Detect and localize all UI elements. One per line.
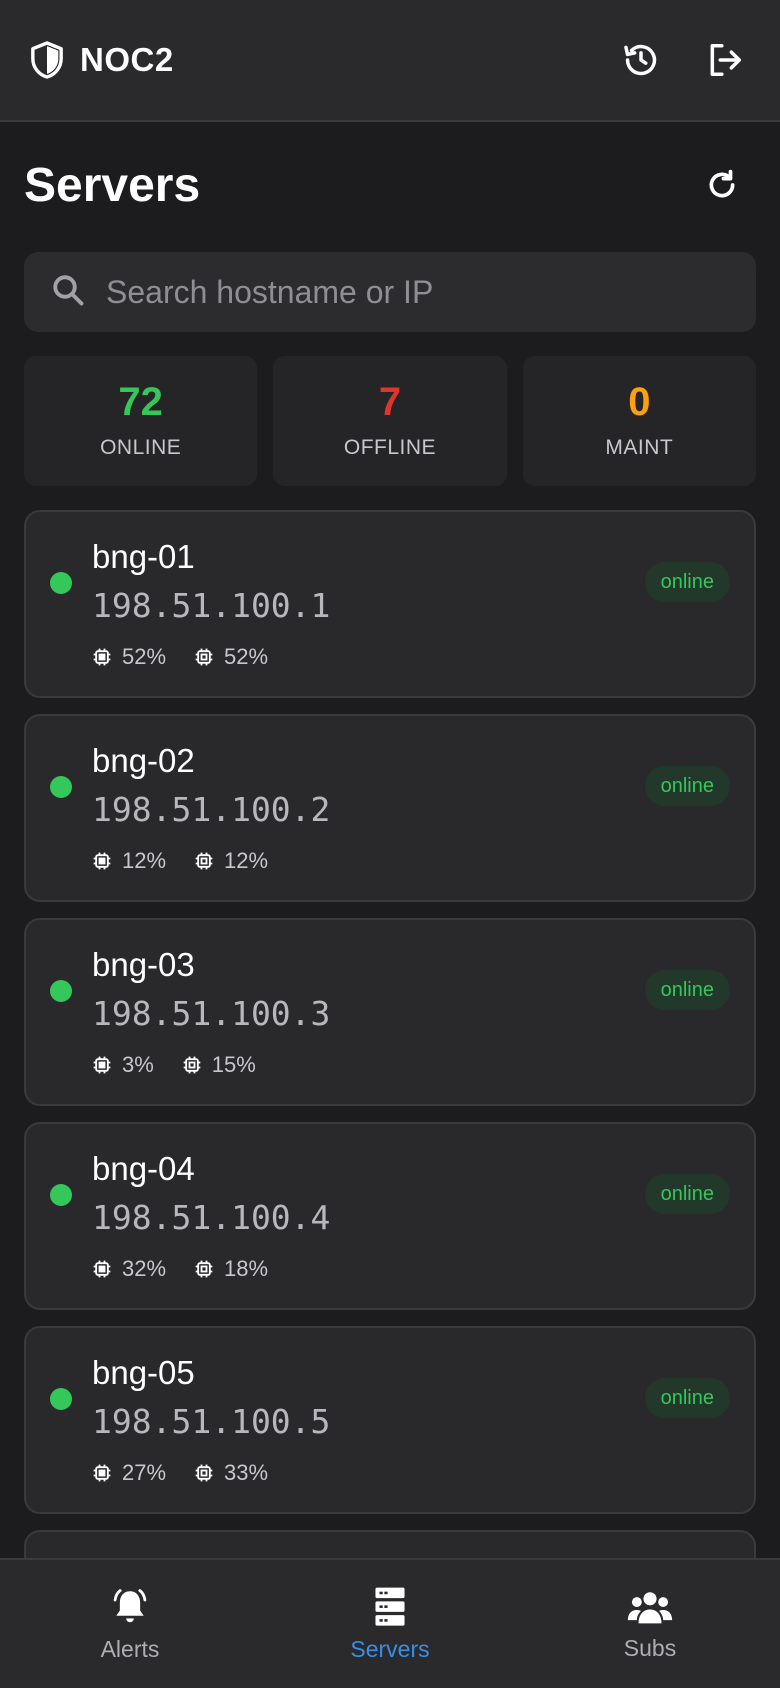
server-ip: 198.51.100.1: [92, 586, 331, 625]
refresh-icon[interactable]: [702, 165, 742, 205]
cpu-chip-icon: [92, 1259, 112, 1279]
nav-label-subs: Subs: [623, 1634, 677, 1661]
memory-value: 15%: [211, 1052, 256, 1077]
memory-chip-icon: [194, 851, 214, 871]
status-dot: [50, 1388, 72, 1410]
cpu-value: 12%: [122, 848, 167, 873]
search-icon: [50, 272, 86, 313]
stat-online-label: ONLINE: [100, 436, 182, 459]
history-icon[interactable]: [622, 41, 660, 79]
server-metrics: 3% 15%: [92, 1052, 256, 1078]
top-app-bar: NOC2: [0, 0, 780, 122]
server-card[interactable]: bng-01 198.51.100.1 52% 52% online: [24, 510, 756, 698]
status-badge: online: [644, 970, 730, 1010]
server-list: bng-01 198.51.100.1 52% 52% online bng-0: [24, 510, 756, 1688]
cpu-metric: 3%: [92, 1052, 154, 1078]
cpu-value: 52%: [122, 644, 167, 669]
server-hostname: bng-04: [92, 1150, 195, 1187]
stat-maint[interactable]: 0 MAINT: [522, 356, 756, 486]
cpu-metric: 32%: [92, 1256, 166, 1282]
server-card[interactable]: bng-05 198.51.100.5 27% 33% online: [24, 1326, 756, 1514]
cpu-metric: 52%: [92, 644, 166, 670]
server-ip: 198.51.100.4: [92, 1198, 331, 1237]
memory-value: 52%: [224, 644, 269, 669]
server-ip: 198.51.100.5: [92, 1402, 331, 1441]
status-badge: online: [644, 766, 730, 806]
stat-offline-value: 7: [378, 380, 402, 424]
bell-icon: [109, 1586, 151, 1628]
memory-value: 33%: [224, 1460, 269, 1485]
server-ip: 198.51.100.2: [92, 790, 331, 829]
memory-value: 12%: [224, 848, 269, 873]
nav-label-servers: Servers: [350, 1635, 430, 1662]
cpu-chip-icon: [92, 1055, 112, 1075]
cpu-chip-icon: [92, 1463, 112, 1483]
stat-offline[interactable]: 7 OFFLINE: [273, 356, 507, 486]
cpu-value: 3%: [122, 1052, 154, 1077]
status-dot: [50, 1184, 72, 1206]
server-card[interactable]: bng-02 198.51.100.2 12% 12% online: [24, 714, 756, 902]
cpu-value: 32%: [122, 1256, 167, 1281]
server-metrics: 12% 12%: [92, 848, 268, 874]
stat-offline-label: OFFLINE: [343, 436, 437, 459]
server-metrics: 32% 18%: [92, 1256, 268, 1282]
top-actions: [622, 41, 750, 79]
memory-metric: 33%: [194, 1460, 268, 1486]
nav-item-alerts[interactable]: Alerts: [0, 1560, 260, 1688]
memory-chip-icon: [182, 1055, 202, 1075]
shield-icon: [30, 41, 64, 79]
memory-chip-icon: [194, 647, 214, 667]
status-summary: 72 ONLINE 7 OFFLINE 0 MAINT: [24, 356, 756, 486]
server-hostname: bng-05: [92, 1354, 195, 1391]
server-metrics: 27% 33%: [92, 1460, 268, 1486]
memory-metric: 12%: [194, 848, 268, 874]
server-card[interactable]: bng-04 198.51.100.4 32% 18% online: [24, 1122, 756, 1310]
memory-metric: 18%: [194, 1256, 268, 1282]
nav-item-servers[interactable]: Servers: [260, 1560, 520, 1688]
server-hostname: bng-01: [92, 538, 195, 575]
app-title: NOC2: [80, 41, 174, 78]
status-badge: online: [644, 1378, 730, 1418]
server-metrics: 52% 52%: [92, 644, 268, 670]
server-card[interactable]: bng-03 198.51.100.3 3% 15% online: [24, 918, 756, 1106]
page-header: Servers: [24, 122, 756, 248]
stat-maint-label: MAINT: [605, 436, 674, 459]
memory-value: 18%: [224, 1256, 269, 1281]
app-root: NOC2 Servers Search hostname or IP 72 ON…: [0, 0, 780, 1688]
search-bar: [24, 252, 756, 332]
status-badge: online: [644, 1174, 730, 1214]
cpu-metric: 12%: [92, 848, 166, 874]
stat-maint-value: 0: [628, 380, 651, 424]
brand: NOC2: [30, 41, 174, 79]
server-ip: 198.51.100.3: [92, 994, 331, 1033]
nav-item-subs[interactable]: Subs: [520, 1560, 780, 1688]
server-hostname: bng-03: [92, 946, 195, 983]
memory-metric: 15%: [182, 1052, 256, 1078]
servers-page: Servers 72 ONLINE: [24, 122, 756, 1688]
nav-label-alerts: Alerts: [100, 1635, 160, 1662]
server-hostname: bng-02: [92, 742, 195, 779]
memory-metric: 52%: [194, 644, 268, 670]
users-icon: [627, 1587, 673, 1627]
bottom-nav: Alerts Servers Subs: [0, 1558, 780, 1688]
stat-online-value: 72: [118, 380, 163, 424]
page-title: Servers: [24, 158, 201, 212]
logout-icon[interactable]: [706, 41, 744, 79]
status-dot: [50, 776, 72, 798]
search-input[interactable]: [106, 262, 730, 322]
cpu-chip-icon: [92, 647, 112, 667]
memory-chip-icon: [194, 1463, 214, 1483]
cpu-metric: 27%: [92, 1460, 166, 1486]
status-dot: [50, 980, 72, 1002]
status-badge: online: [644, 562, 730, 602]
stat-online[interactable]: 72 ONLINE: [24, 356, 258, 486]
cpu-value: 27%: [122, 1460, 167, 1485]
cpu-chip-icon: [92, 851, 112, 871]
memory-chip-icon: [194, 1259, 214, 1279]
status-dot: [50, 572, 72, 594]
server-icon: [370, 1586, 410, 1628]
